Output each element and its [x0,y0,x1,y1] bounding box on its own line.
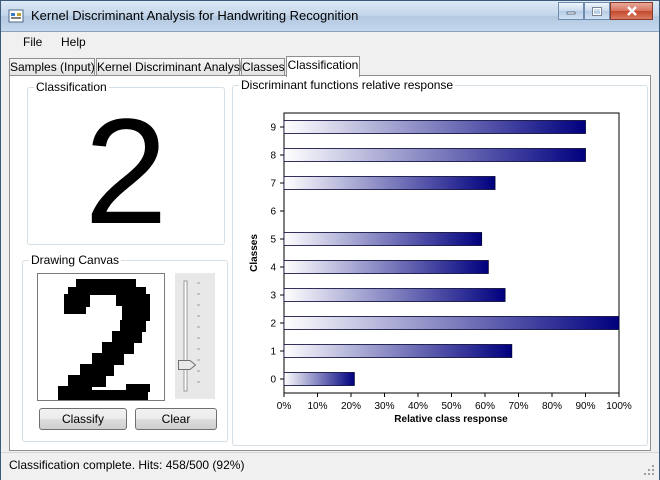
tab-classification[interactable]: Classification [286,56,360,77]
x-tick-label: 30% [374,401,394,412]
tab-classes[interactable]: Classes [241,58,285,76]
y-tick-label: 0 [270,375,276,386]
minimize-button[interactable] [558,2,584,20]
x-tick-label: 100% [606,401,632,412]
classification-result: 2 [84,87,168,255]
status-bar: Classification complete. Hits: 458/500 (… [1,452,659,480]
y-tick-label: 8 [270,151,276,162]
brush-size-slider[interactable] [175,273,215,399]
main-window: Kernel Discriminant Analysis for Handwri… [0,0,660,480]
bar-class-8 [283,148,586,162]
bar-class-3 [283,288,506,302]
bar-class-1 [283,344,513,358]
caption-buttons [558,2,653,21]
bar-class-9 [283,120,586,134]
clear-button[interactable]: Clear [135,408,217,430]
slider-thumb-icon [178,359,197,370]
y-tick-label: 2 [270,319,276,330]
handwritten-digit [58,279,150,400]
minimize-icon [566,11,576,15]
x-tick-label: 0% [277,401,292,412]
x-tick-label: 10% [307,401,327,412]
chart-group: Discriminant functions relative response… [232,78,648,446]
y-tick-label: 7 [270,179,276,190]
close-button[interactable] [610,2,653,20]
y-tick-label: 1 [270,347,276,358]
maximize-button[interactable] [584,2,610,20]
classification-tab-page: Classification 2 Drawing Canvas Classify… [9,75,651,451]
y-tick-label: 3 [270,291,276,302]
bar-class-2 [283,316,620,330]
title-bar[interactable]: Kernel Discriminant Analysis for Handwri… [1,1,659,32]
bar-class-4 [283,260,489,274]
y-tick-label: 4 [270,263,276,274]
slider-thumb[interactable] [178,359,197,370]
maximize-icon [592,6,602,16]
menu-file[interactable]: File [23,35,42,49]
classification-group: Classification 2 [27,80,225,255]
classify-button[interactable]: Classify [39,408,127,430]
drawing-canvas-label: Drawing Canvas [29,253,122,267]
drawing-canvas-group: Drawing Canvas Classify Clear [22,253,228,442]
x-tick-label: 20% [341,401,361,412]
drawing-canvas[interactable] [37,273,165,401]
menu-bar: File Help [1,32,659,54]
resize-grip-icon[interactable] [643,464,655,476]
x-tick-label: 80% [542,401,562,412]
y-tick-label: 5 [270,235,276,246]
x-tick-label: 70% [508,401,528,412]
y-axis-label: Classes [249,234,260,272]
bar-class-7 [283,176,496,190]
response-chart: 0 1 2 3 4 5 6 7 8 9 0% 10% 20% 30% 40% 50% 60% 70% 80% 90%… [249,112,632,425]
tab-kda[interactable]: Kernel Discriminant Analysis [96,58,248,76]
x-tick-label: 50% [441,401,461,412]
bar-class-0 [283,372,355,386]
x-tick-label: 90% [575,401,595,412]
y-tick-label: 6 [270,207,276,218]
app-icon [8,9,24,23]
x-axis-label: Relative class response [394,414,508,425]
window-title: Kernel Discriminant Analysis for Handwri… [31,8,359,23]
close-icon [626,6,637,16]
chart-group-label: Discriminant functions relative response [239,78,456,92]
x-tick-label: 40% [408,401,428,412]
y-tick-label: 9 [270,123,276,134]
status-text: Classification complete. Hits: 458/500 (… [9,458,245,472]
x-tick-label: 60% [475,401,495,412]
menu-help[interactable]: Help [61,35,86,49]
tab-samples[interactable]: Samples (Input) [9,58,95,76]
slider-track [183,280,200,392]
bar-class-5 [283,232,483,246]
